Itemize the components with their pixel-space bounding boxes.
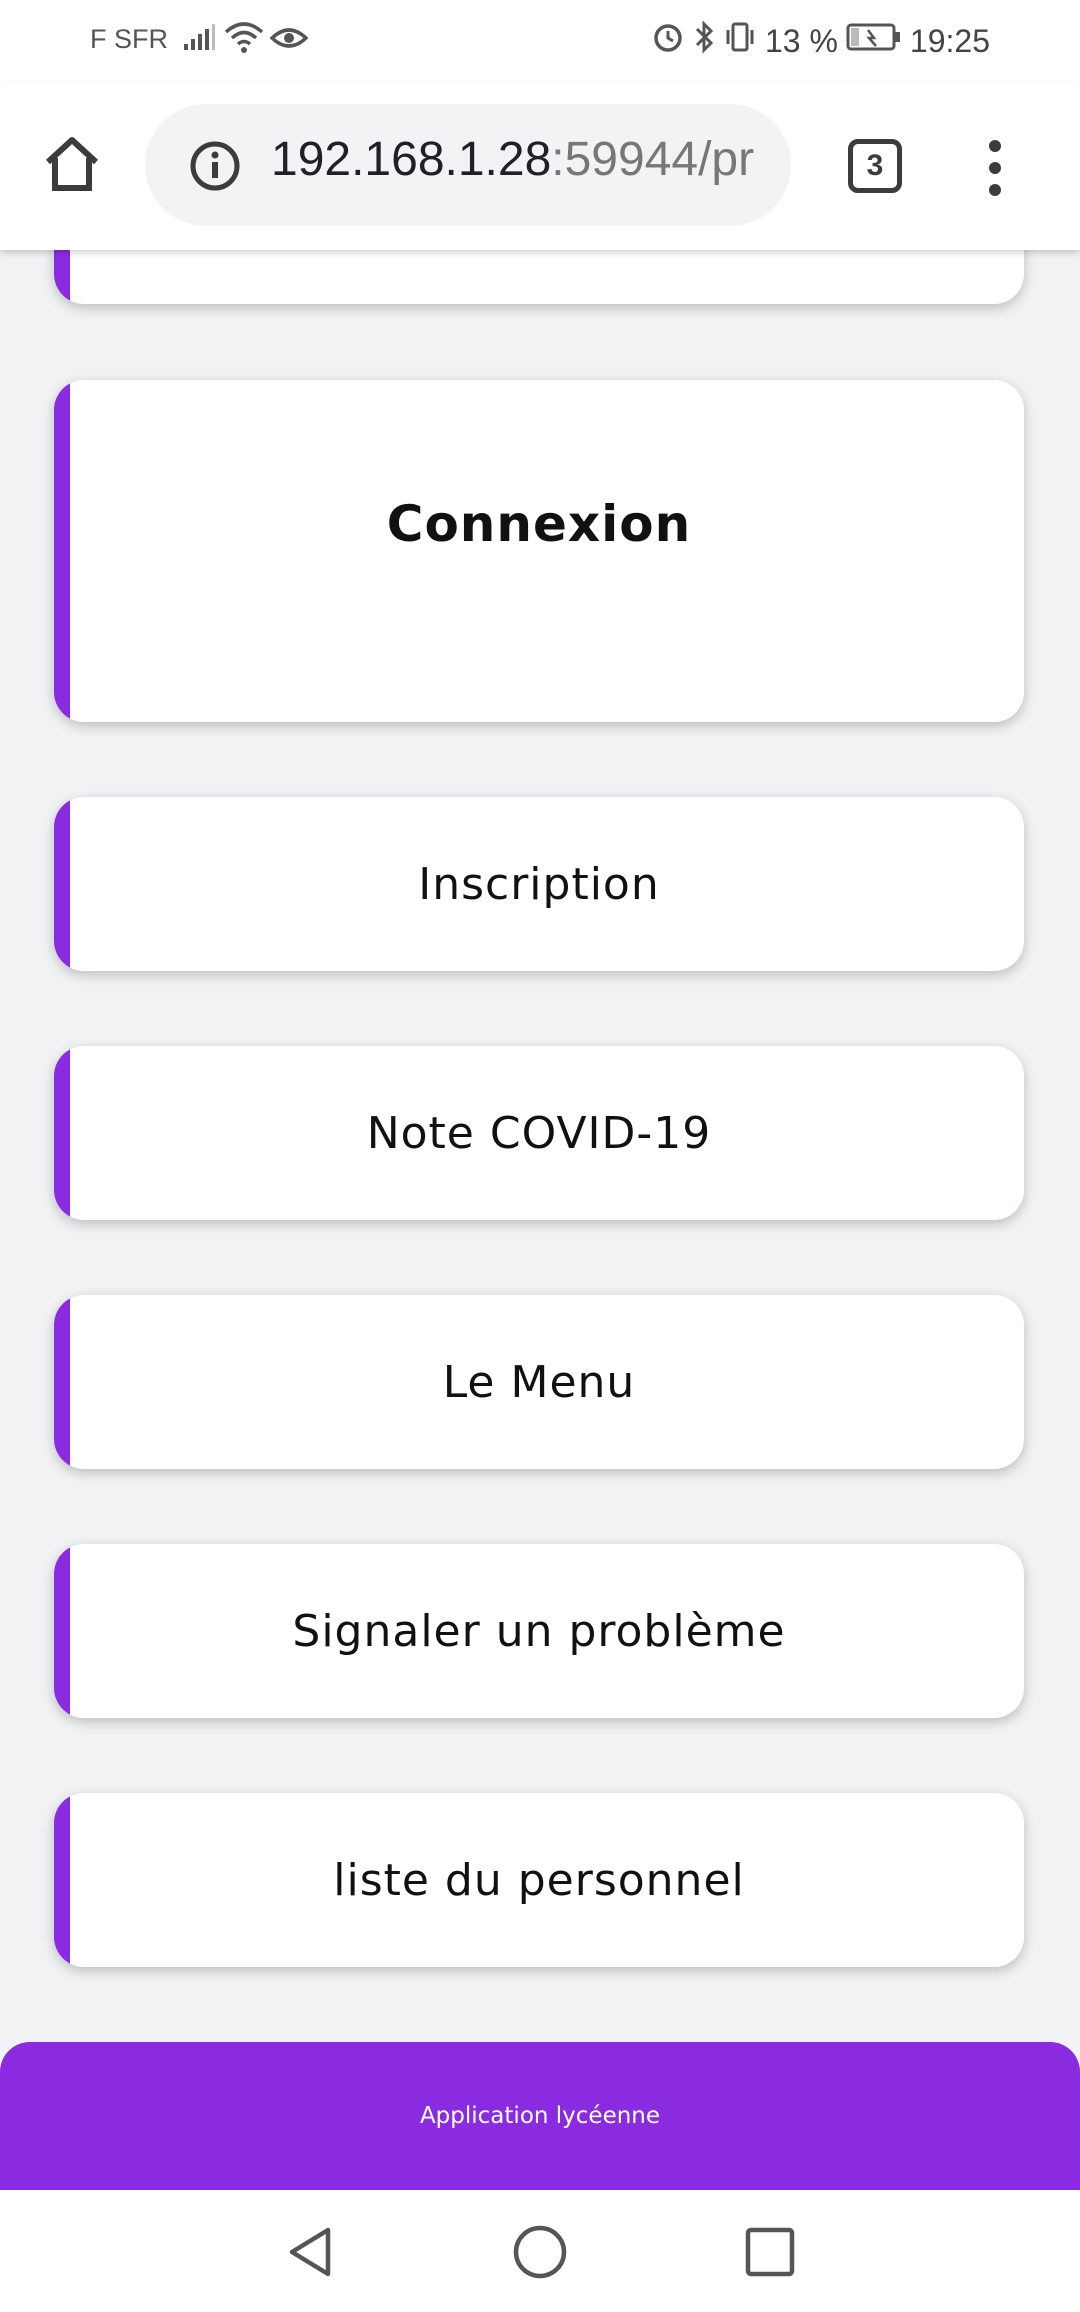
info-icon[interactable] (189, 140, 241, 192)
vibrate-icon (723, 20, 757, 62)
inscription-button[interactable]: Inscription (54, 797, 1024, 971)
note-covid-button[interactable]: Note COVID-19 (54, 1046, 1024, 1220)
recents-icon[interactable] (740, 2222, 800, 2282)
liste-personnel-button[interactable]: liste du personnel (54, 1793, 1024, 1967)
address-bar[interactable]: 192.168.1.28:59944/pr (145, 104, 791, 226)
url-text[interactable]: 192.168.1.28:59944/pr (271, 132, 754, 187)
clock: 19:25 (909, 22, 990, 59)
menu-item-label: liste du personnel (333, 1854, 745, 1906)
home-nav-icon[interactable] (510, 2222, 570, 2282)
status-right: 13 % 19:25 (651, 20, 990, 62)
status-bar: F SFR 13 % 19:25 (0, 0, 1080, 82)
menu-item-label: Inscription (418, 858, 660, 910)
tab-switcher-button[interactable]: 3 (848, 139, 902, 193)
wifi-icon (224, 20, 264, 62)
url-path: :59944/pr (551, 133, 755, 186)
more-options-icon[interactable] (980, 140, 1010, 196)
signaler-probleme-button[interactable]: Signaler un problème (54, 1544, 1024, 1718)
battery-charging-icon (846, 22, 902, 60)
menu-item-label: Le Menu (442, 1356, 636, 1408)
home-icon[interactable] (40, 132, 104, 196)
footer-text: Application lycéenne (419, 2103, 661, 2129)
connexion-label: Connexion (386, 495, 692, 553)
le-menu-button[interactable]: Le Menu (54, 1295, 1024, 1469)
connexion-button[interactable]: Connexion (54, 380, 1024, 722)
signal-icon (182, 24, 216, 60)
system-nav-bar (0, 2190, 1080, 2312)
app-footer: Application lycéenne (0, 2042, 1080, 2190)
eye-comfort-icon (269, 24, 309, 60)
menu-item-label: Signaler un problème (292, 1605, 786, 1657)
battery-percent: 13 % (764, 22, 838, 59)
menu-item-label: Note COVID-19 (366, 1107, 712, 1159)
browser-toolbar: 192.168.1.28:59944/pr 3 (0, 82, 1080, 250)
bluetooth-icon (693, 20, 715, 62)
url-host: 192.168.1.28 (271, 133, 552, 186)
alarm-icon (651, 20, 685, 62)
back-icon[interactable] (280, 2222, 340, 2282)
carrier-label: F SFR (90, 24, 168, 54)
